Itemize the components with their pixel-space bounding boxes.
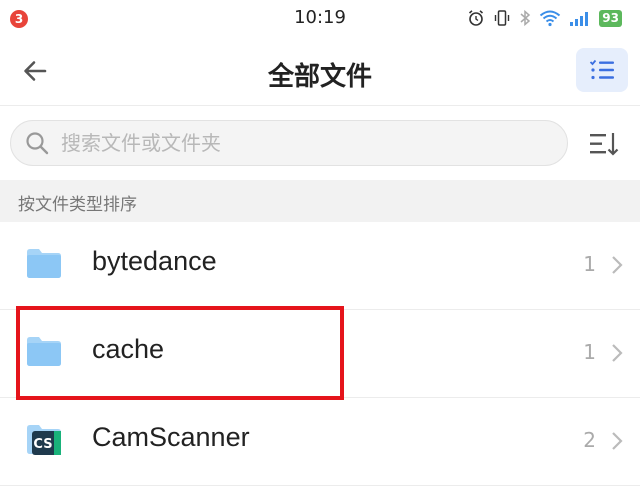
list-view-icon [589,59,614,80]
search-input[interactable] [61,131,531,155]
sort-icon [590,133,619,156]
status-bar: 3 10:19 93 [0,0,640,36]
item-count: 1 [583,252,596,276]
search-row [0,106,640,180]
folder-icon [27,249,61,278]
search-icon [26,132,49,155]
file-row-cache[interactable]: cache 1 [0,310,640,398]
signal-icon [570,12,589,26]
bluetooth-icon [520,9,531,27]
vibrate-icon [495,10,510,26]
wifi-icon [540,10,561,27]
file-list: bytedance 1 cache 1 CS CamScanner 2 [0,222,640,486]
status-icons: 93 [467,8,622,28]
item-count: 2 [583,428,596,452]
chevron-right-icon [612,344,623,362]
file-name: CamScanner [92,422,250,452]
file-name: cache [92,334,165,364]
app-header: 全部文件 [0,36,640,106]
chevron-right-icon [612,432,623,450]
sort-button[interactable] [588,128,620,160]
chevron-right-icon [612,256,623,274]
file-row-bytedance[interactable]: bytedance 1 [0,222,640,310]
battery-indicator: 93 [599,9,622,27]
folder-icon [27,337,61,366]
alarm-icon [469,10,484,26]
search-box[interactable] [10,120,568,166]
sort-section-header: 按文件类型排序 [0,180,640,222]
file-name: bytedance [92,246,217,276]
item-count: 1 [583,340,596,364]
camscanner-icon-text: CS [33,437,52,452]
section-label: 按文件类型排序 [18,195,137,215]
list-view-toggle-button[interactable] [576,48,628,92]
page-title: 全部文件 [267,62,372,92]
camscanner-app-icon: CS [27,425,61,455]
file-row-camscanner[interactable]: CS CamScanner 2 [0,398,640,486]
